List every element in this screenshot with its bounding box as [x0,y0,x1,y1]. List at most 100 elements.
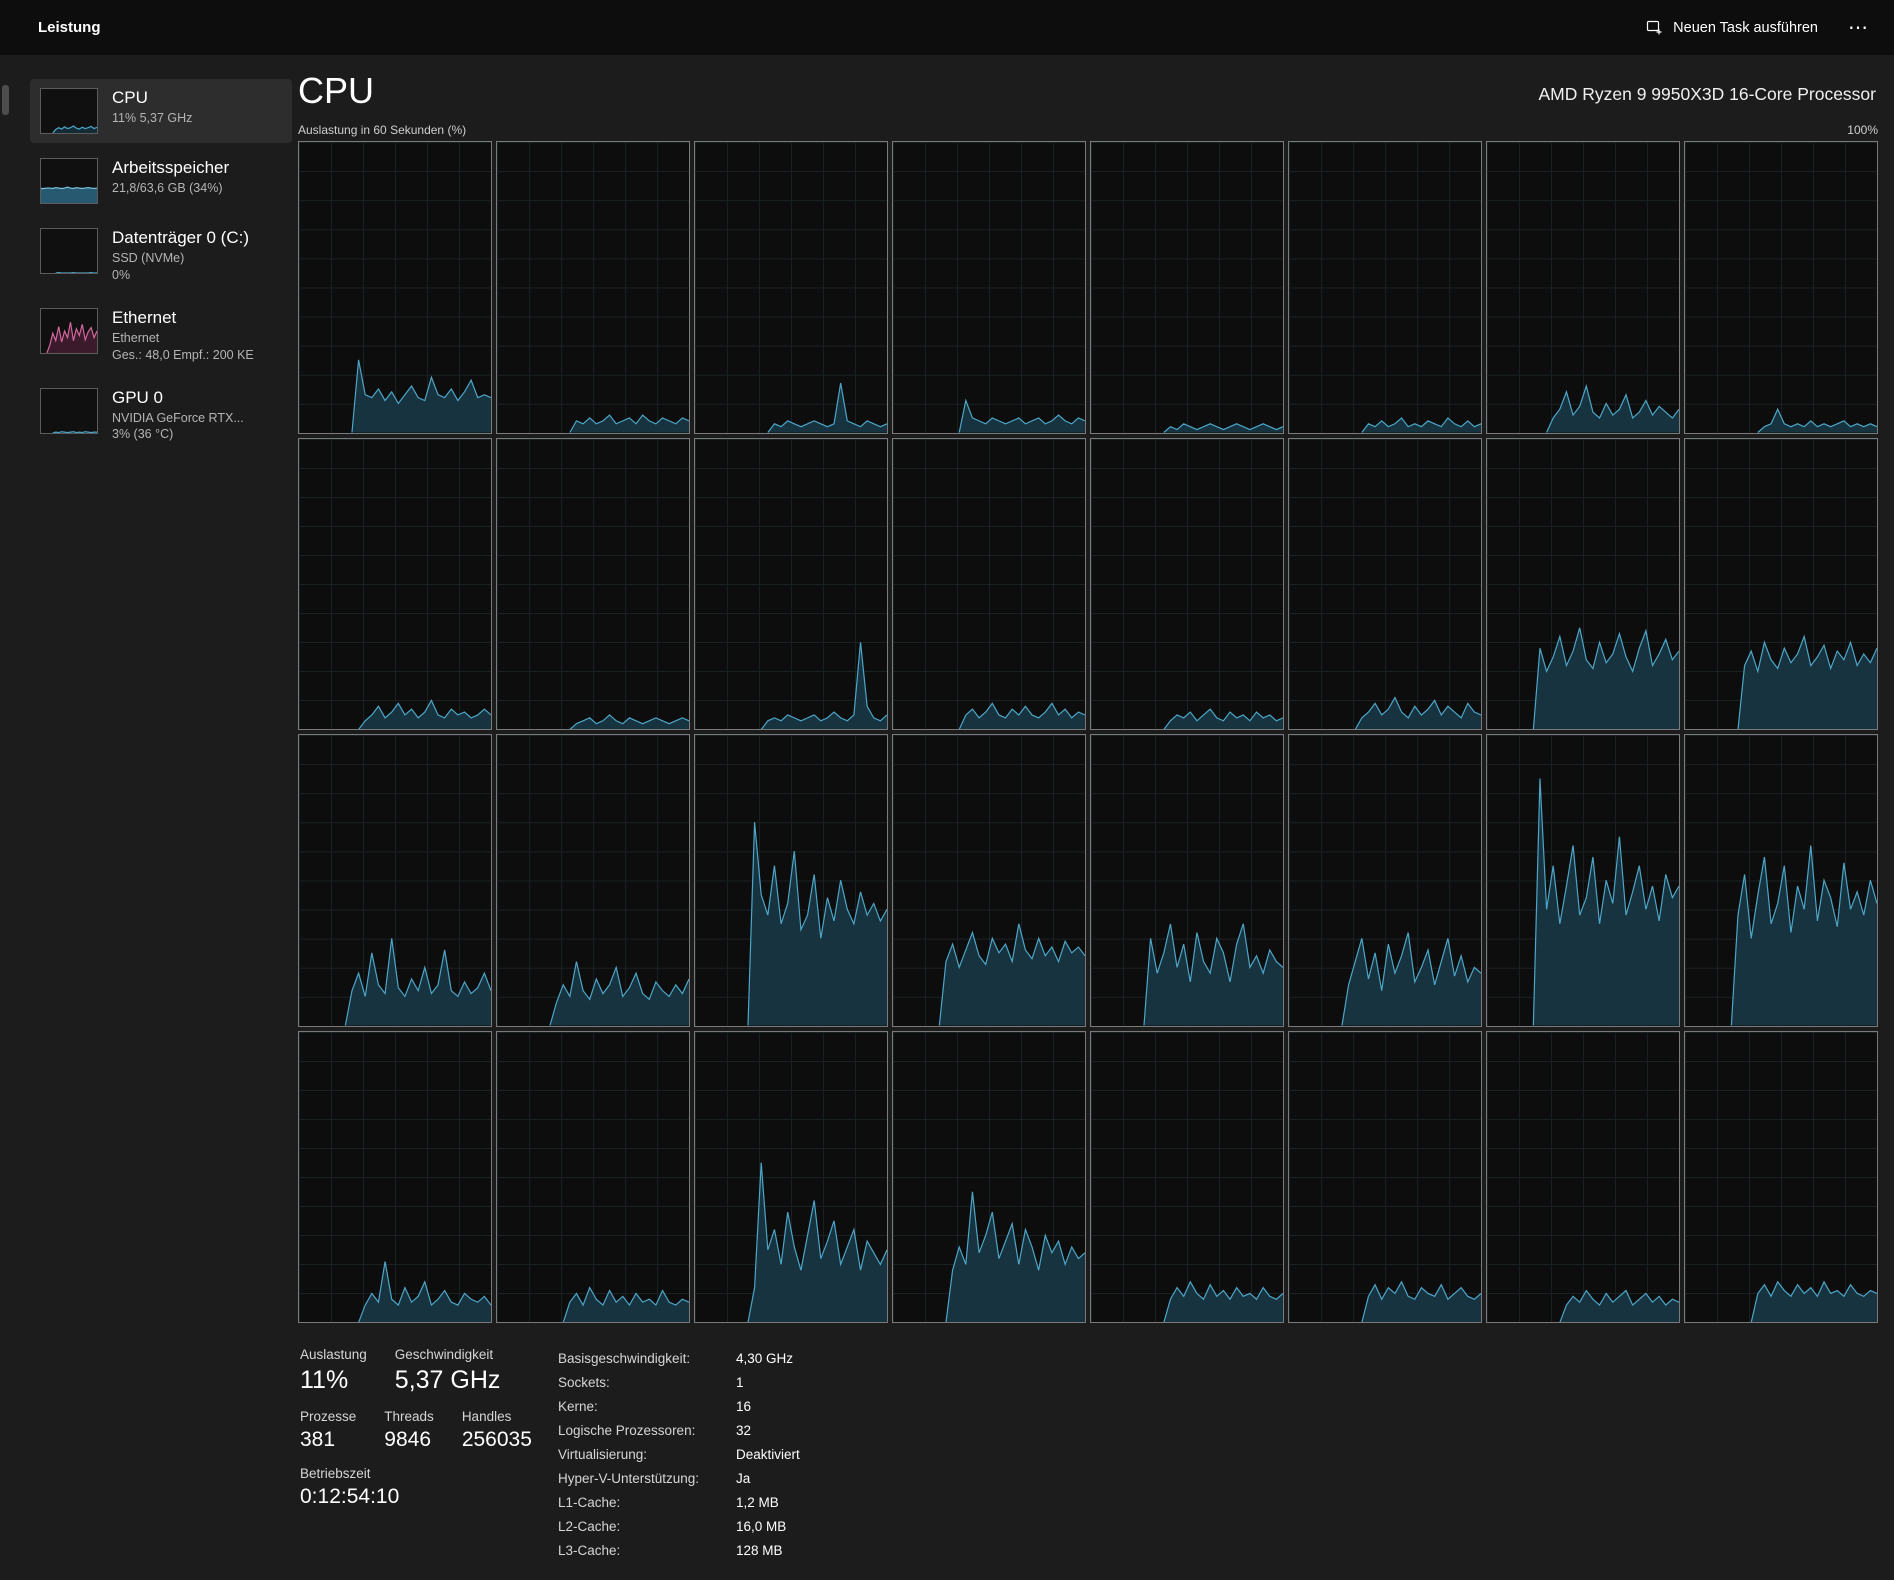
cpu-core-chart-14 [1486,437,1680,730]
detail-value: 16,0 MB [736,1519,787,1534]
sidebar-item-subtitle: Ethernet [112,330,160,345]
cpu-core-chart-29 [1288,1030,1482,1323]
uptime-value: 0:12:54:10 [300,1485,400,1508]
cpu-core-chart-10 [694,437,888,730]
sidebar-item-subtitle: SSD (NVMe) [112,251,185,265]
sidebar-item-subtitle: 0% [112,267,131,282]
sidebar-item-gpu[interactable]: GPU 0 NVIDIA GeForce RTX... 3% (36 °C) [30,379,292,453]
handles-stat: Handles 256035 [462,1409,532,1452]
sidebar-item-cpu[interactable]: CPU 11% 5,37 GHz [30,79,292,143]
detail-value: Deaktiviert [736,1447,800,1462]
utilization-stat: Auslastung 11% [300,1347,367,1395]
cpu-core-chart-18 [694,734,888,1027]
sidebar-item-subtitle: 3% (36 °C) [112,427,174,442]
detail-label: Basisgeschwindigkeit: [558,1351,691,1366]
performance-sidebar: CPU 11% 5,37 GHz Arbeitsspeicher 21,8/63… [0,55,292,1580]
sidebar-item-memory[interactable]: Arbeitsspeicher 21,8/63,6 GB (34%) [30,149,292,213]
detail-value: 32 [736,1423,752,1438]
detail-value: 1,2 MB [736,1495,779,1510]
cpu-detail-row: Logische Prozessoren: 32 [558,1421,800,1441]
detail-label: Virtualisierung: [558,1447,648,1462]
run-new-task-button[interactable]: Neuen Task ausführen [1646,19,1818,36]
cpu-core-chart-19 [892,734,1086,1027]
cpu-detail-row: Kerne: 16 [558,1397,800,1417]
cpu-core-chart-11 [892,437,1086,730]
chart-time-window-label: Auslastung in 60 Sekunden (%) [298,123,467,137]
detail-label: Kerne: [558,1399,598,1414]
threads-label: Threads [384,1409,434,1424]
cpu-core-chart-16 [298,734,492,1027]
cpu-core-chart-8 [298,437,492,730]
cpu-core-chart-22 [1486,734,1680,1027]
detail-label: L1-Cache: [558,1495,621,1510]
cpu-core-chart-28 [1090,1030,1284,1323]
cpu-performance-panel: CPU AMD Ryzen 9 9950X3D 16-Core Processo… [292,55,1894,1580]
cpu-detail-row: Basisgeschwindigkeit: 4,30 GHz [558,1349,800,1369]
detail-label: Logische Prozessoren: [558,1423,696,1438]
window-body: CPU 11% 5,37 GHz Arbeitsspeicher 21,8/63… [0,55,1894,1580]
sidebar-item-subtitle: Ges.: 48,0 Empf.: 200 KE [112,347,254,362]
sidebar-item-disk[interactable]: Datenträger 0 (C:) SSD (NVMe) 0% [30,219,292,293]
cpu-stats-section: Auslastung 11% Geschwindigkeit 5,37 GHz … [298,1323,1878,1561]
detail-value: Ja [736,1471,751,1486]
cpu-core-chart-25 [496,1030,690,1323]
gpu-mini-chart [40,387,98,434]
cpu-detail-row: Hyper-V-Unterstützung: Ja [558,1469,800,1489]
cpu-mini-chart [40,88,98,134]
sidebar-item-subtitle: 11% 5,37 GHz [112,111,193,125]
cpu-core-chart-20 [1090,734,1284,1027]
detail-value: 4,30 GHz [736,1351,794,1366]
detail-label: L3-Cache: [558,1543,621,1558]
cpu-core-chart-0 [298,141,492,434]
page-title: Leistung [38,19,101,36]
cpu-core-chart-4 [1090,141,1284,434]
sidebar-scrollbar[interactable] [2,85,9,115]
memory-mini-chart [40,158,98,204]
cpu-core-chart-9 [496,437,690,730]
detail-label: Hyper-V-Unterstützung: [558,1471,700,1486]
uptime-label: Betriebszeit [300,1466,371,1481]
processes-label: Prozesse [300,1409,357,1424]
cpu-core-chart-24 [298,1030,492,1323]
new-task-icon [1646,19,1663,36]
cpu-detail-row: Sockets: 1 [558,1373,800,1393]
cpu-core-chart-23 [1684,734,1878,1027]
sidebar-item-title: Arbeitsspeicher [112,158,230,177]
cpu-panel-title: CPU [298,70,375,111]
sidebar-item-ethernet[interactable]: Ethernet Ethernet Ges.: 48,0 Empf.: 200 … [30,299,292,373]
title-bar-actions: Neuen Task ausführen ⋯ [1646,18,1868,38]
processor-name: AMD Ryzen 9 9950X3D 16-Core Processor [1538,84,1876,104]
cpu-core-chart-6 [1486,141,1680,434]
cpu-panel-header: CPU AMD Ryzen 9 9950X3D 16-Core Processo… [298,73,1878,109]
cpu-detail-row: L3-Cache: 128 MB [558,1541,800,1561]
detail-value: 16 [736,1399,752,1414]
detail-value: 128 MB [736,1543,783,1558]
sidebar-item-subtitle: 21,8/63,6 GB (34%) [112,181,223,195]
cpu-core-chart-3 [892,141,1086,434]
sidebar-item-title: CPU [112,88,148,107]
cpu-core-chart-31 [1684,1030,1878,1323]
detail-label: L2-Cache: [558,1519,621,1534]
chart-caption: Auslastung in 60 Sekunden (%) 100% [298,123,1878,137]
cpu-core-chart-5 [1288,141,1482,434]
sidebar-item-subtitle: NVIDIA GeForce RTX... [112,410,244,425]
threads-stat: Threads 9846 [384,1409,434,1452]
cpu-core-chart-26 [694,1030,888,1323]
cpu-detail-row: L1-Cache: 1,2 MB [558,1493,800,1513]
sidebar-item-title: Datenträger 0 (C:) [112,228,249,247]
cpu-core-chart-12 [1090,437,1284,730]
more-options-button[interactable]: ⋯ [1848,18,1868,38]
handles-label: Handles [461,1409,512,1424]
utilization-value: 11% [300,1366,349,1394]
cpu-detail-row: L2-Cache: 16,0 MB [558,1517,800,1537]
cpu-core-chart-1 [496,141,690,434]
cpu-core-chart-7 [1684,141,1878,434]
uptime-stat: Betriebszeit 0:12:54:10 [300,1466,399,1509]
speed-value: 5,37 GHz [394,1366,501,1394]
speed-stat: Geschwindigkeit 5,37 GHz [395,1347,501,1395]
chart-max-percent-label: 100% [1847,123,1878,137]
threads-value: 9846 [384,1428,431,1451]
handles-value: 256035 [461,1428,532,1451]
cpu-core-chart-17 [496,734,690,1027]
sidebar-item-title: Ethernet [112,307,177,327]
